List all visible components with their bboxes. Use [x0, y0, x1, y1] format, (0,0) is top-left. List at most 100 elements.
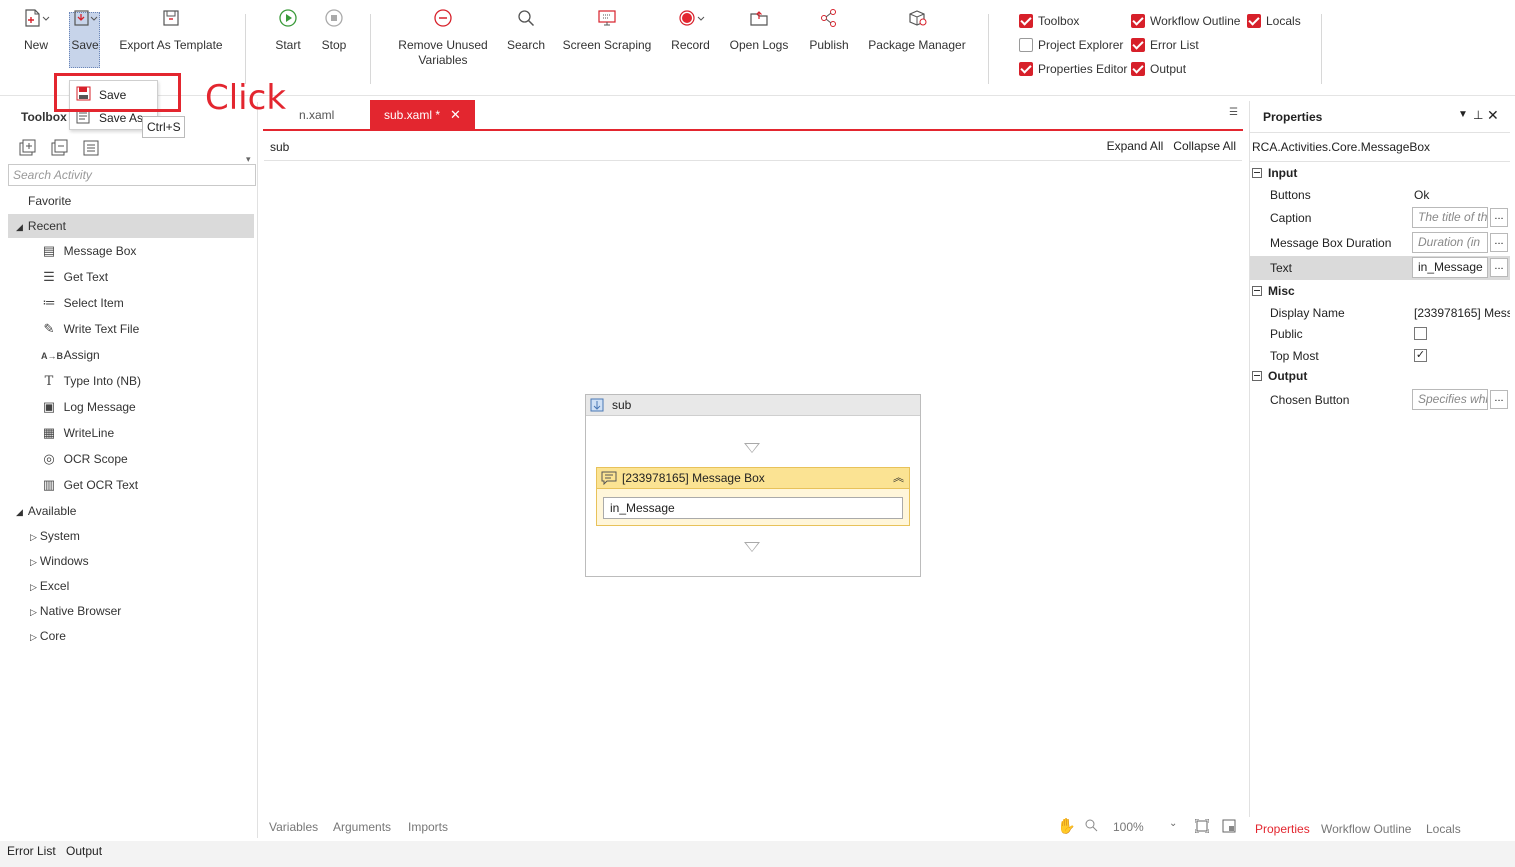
collapse-all-icon[interactable] — [50, 139, 68, 157]
caption-input[interactable]: The title of th — [1412, 207, 1488, 228]
remove-unused-variables-button[interactable]: Remove Unused Variables — [393, 8, 493, 68]
category-misc[interactable]: Misc — [1252, 280, 1510, 302]
checkbox-checked-icon — [1131, 38, 1145, 52]
record-button[interactable]: Record — [668, 8, 713, 53]
search-button[interactable]: Search — [505, 8, 547, 53]
list-item[interactable]: T Type Into (NB) — [8, 369, 254, 393]
list-item[interactable]: ▦ WriteLine — [8, 421, 254, 445]
toggle-toolbox[interactable]: Toolbox — [1019, 12, 1079, 30]
prop-buttons[interactable]: Buttons Ok — [1250, 183, 1510, 207]
package-manager-button[interactable]: Package Manager — [866, 8, 968, 53]
new-button[interactable]: New — [20, 8, 52, 53]
checkbox-checked-icon — [1131, 62, 1145, 76]
hand-pan-icon[interactable]: ✋ — [1057, 817, 1076, 835]
tree-group-excel[interactable]: ▷ Excel — [8, 574, 254, 598]
start-button[interactable]: Start — [270, 8, 306, 53]
message-text-input[interactable]: in_Message — [603, 497, 903, 519]
breadcrumb[interactable]: sub — [270, 140, 289, 154]
collapsed-triangle-icon: ▷ — [30, 582, 37, 592]
click-annotation-label: Click — [205, 78, 287, 118]
stop-button[interactable]: Stop — [317, 8, 351, 53]
text-input[interactable]: in_Message — [1412, 257, 1488, 278]
duration-expression-button[interactable]: ... — [1490, 233, 1508, 252]
expand-all-link[interactable]: Expand All — [1107, 139, 1164, 153]
toggle-output[interactable]: Output — [1131, 60, 1186, 78]
prop-chosen-button: Chosen Button Specifies whi ... — [1250, 388, 1510, 412]
public-checkbox[interactable] — [1414, 327, 1427, 340]
drop-arrow-icon — [744, 443, 760, 453]
message-box-activity[interactable]: [233978165] Message Box ︽ in_Message — [596, 467, 910, 526]
tab-main-xaml[interactable]: n.xaml — [285, 100, 348, 130]
zoom-dropdown-icon[interactable]: ⌄ — [1169, 818, 1177, 829]
tab-workflow-outline[interactable]: Workflow Outline — [1321, 822, 1411, 836]
tree-available[interactable]: ◢ Available — [8, 499, 254, 523]
list-item[interactable]: ✎ Write Text File — [8, 317, 254, 341]
text-expression-button[interactable]: ... — [1490, 258, 1508, 277]
chosen-button-input[interactable]: Specifies whi — [1412, 389, 1488, 410]
folder-open-icon — [728, 8, 790, 38]
toggle-properties-editor[interactable]: Properties Editor — [1019, 60, 1127, 78]
toggle-locals[interactable]: Locals — [1247, 12, 1301, 30]
fit-to-screen-icon[interactable] — [1194, 818, 1210, 836]
pin-icon[interactable]: ⊥ — [1473, 108, 1483, 122]
publish-button[interactable]: Publish — [806, 8, 852, 53]
collapse-all-link[interactable]: Collapse All — [1173, 139, 1236, 153]
toggle-project-explorer[interactable]: Project Explorer — [1019, 36, 1123, 54]
list-view-icon[interactable] — [82, 139, 100, 157]
activity-header[interactable]: [233978165] Message Box ︽ — [597, 468, 909, 489]
type-into-icon: T — [44, 374, 54, 389]
toggle-workflow-outline[interactable]: Workflow Outline — [1131, 12, 1240, 30]
open-logs-button[interactable]: Open Logs — [728, 8, 790, 53]
imports-tab[interactable]: Imports — [408, 820, 448, 834]
collapsed-triangle-icon: ▷ — [30, 557, 37, 567]
checkbox-checked-icon — [1247, 14, 1261, 28]
list-item[interactable]: A→B Assign — [8, 343, 254, 367]
save-button[interactable]: Save — [69, 8, 101, 53]
tree-group-windows[interactable]: ▷ Windows — [8, 549, 254, 573]
error-list-tab[interactable]: Error List — [7, 844, 56, 858]
tree-group-system[interactable]: ▷ System — [8, 524, 254, 548]
arguments-tab[interactable]: Arguments — [333, 820, 391, 834]
tree-group-native-browser[interactable]: ▷ Native Browser — [8, 599, 254, 623]
zoom-level[interactable]: 100% — [1113, 820, 1144, 834]
expand-all-icon[interactable] — [18, 139, 36, 157]
list-item[interactable]: ▤ Message Box — [8, 239, 254, 263]
caption-expression-button[interactable]: ... — [1490, 208, 1508, 227]
list-item[interactable]: ≔ Select Item — [8, 291, 254, 315]
zoom-search-icon[interactable] — [1084, 818, 1098, 835]
writeline-icon: ▦ — [42, 425, 56, 440]
screen-scraping-button[interactable]: Screen Scraping — [562, 8, 652, 53]
save-icon — [69, 8, 101, 38]
tab-locals[interactable]: Locals — [1426, 822, 1461, 836]
tab-sub-xaml[interactable]: sub.xaml * ✕ — [370, 100, 475, 130]
tree-recent[interactable]: ◢ Recent — [8, 214, 254, 238]
output-tab[interactable]: Output — [66, 844, 102, 858]
tab-list-icon[interactable]: ☰ — [1229, 107, 1238, 118]
toggle-error-list[interactable]: Error List — [1131, 36, 1199, 54]
list-item[interactable]: ▥ Get OCR Text — [8, 473, 254, 497]
variables-tab[interactable]: Variables — [269, 820, 318, 834]
duration-input[interactable]: Duration (in — [1412, 232, 1488, 253]
category-output[interactable]: Output — [1252, 365, 1510, 387]
collapsed-triangle-icon: ▷ — [30, 532, 37, 542]
overview-icon[interactable] — [1222, 819, 1236, 836]
search-activity-input[interactable]: Search Activity — [8, 164, 256, 186]
document-tabs: n.xaml sub.xaml * ✕ ☰ — [263, 99, 1243, 131]
top-most-checkbox[interactable]: ✓ — [1414, 349, 1427, 362]
list-item[interactable]: ☰ Get Text — [8, 265, 254, 289]
export-as-template-button[interactable]: Export As Template — [118, 8, 224, 53]
sequence-header[interactable]: sub — [586, 395, 920, 416]
checkbox-checked-icon — [1019, 14, 1033, 28]
panel-menu-icon[interactable]: ▼ — [1458, 109, 1468, 120]
collapse-minus-icon — [1252, 286, 1262, 296]
close-icon[interactable]: ✕ — [450, 107, 461, 122]
tab-properties[interactable]: Properties — [1255, 822, 1310, 836]
chosen-button-expression-button[interactable]: ... — [1490, 390, 1508, 409]
close-icon[interactable]: ✕ — [1487, 107, 1499, 124]
category-input[interactable]: Input — [1252, 162, 1510, 184]
tree-favorite[interactable]: Favorite — [8, 189, 254, 213]
tree-group-core[interactable]: ▷ Core — [8, 624, 254, 648]
collapse-chevron-icon[interactable]: ︽ — [893, 468, 904, 489]
list-item[interactable]: ◎ OCR Scope — [8, 447, 254, 471]
list-item[interactable]: ▣ Log Message — [8, 395, 254, 419]
